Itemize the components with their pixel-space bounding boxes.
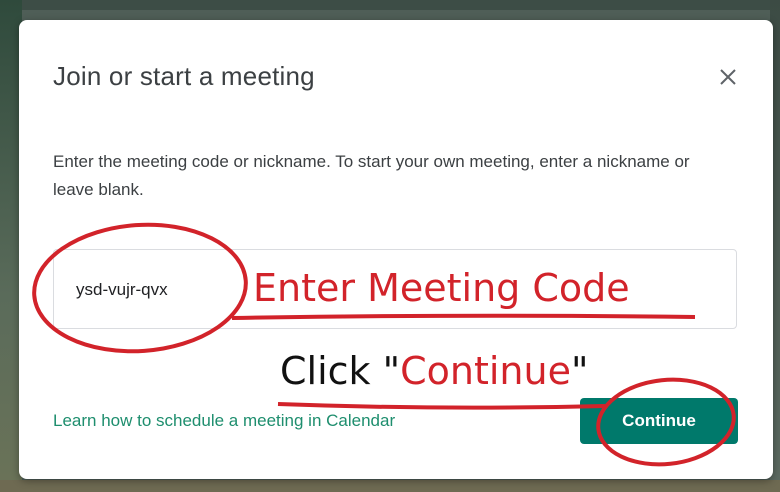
continue-button[interactable]: Continue <box>580 398 738 444</box>
background-bottom <box>0 480 780 492</box>
close-button[interactable] <box>712 61 744 93</box>
annotation-click-word: Continue <box>400 349 571 393</box>
join-meeting-dialog: Join or start a meeting Enter the meetin… <box>19 20 773 479</box>
learn-schedule-link[interactable]: Learn how to schedule a meeting in Calen… <box>53 411 395 431</box>
background-top <box>0 0 780 10</box>
annotation-click-prefix: Click " <box>280 349 401 393</box>
annotation-click-continue: Click "Continue" <box>280 349 588 393</box>
close-icon <box>720 69 736 85</box>
dialog-description: Enter the meeting code or nickname. To s… <box>53 152 690 199</box>
annotation-click-suffix: " <box>570 349 589 393</box>
annotation-enter-code: Enter Meeting Code <box>253 266 630 310</box>
dialog-title: Join or start a meeting <box>53 61 315 91</box>
